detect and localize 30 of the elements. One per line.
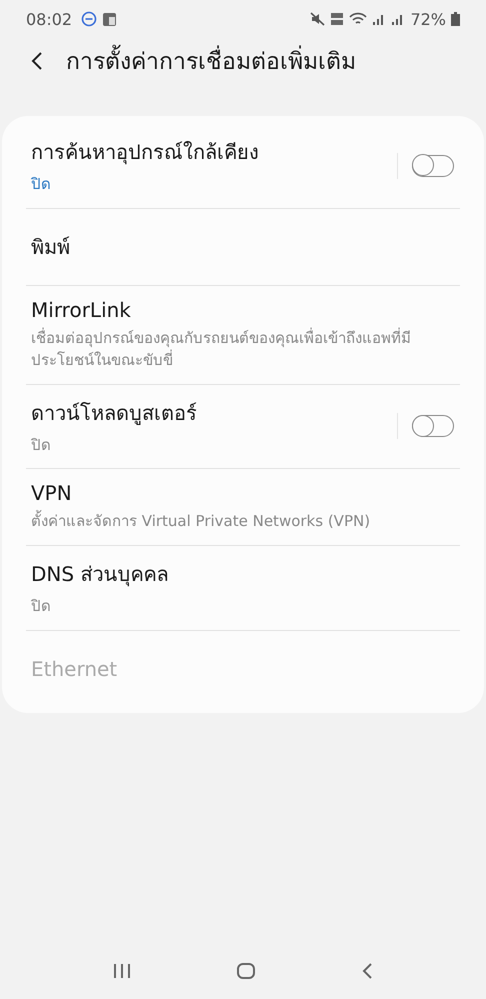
settings-item[interactable]: พิมพ์	[2, 208, 484, 284]
settings-item[interactable]: MirrorLink เชื่อมต่ออุปกรณ์ของคุณกับรถยนต์ของคุณเพื่อเข้าถึงแอพที่มีประโยชน์ในขณะขับขี่	[2, 286, 484, 384]
battery-icon	[451, 12, 460, 26]
item-title: พิมพ์	[31, 234, 71, 260]
back-icon[interactable]	[30, 51, 44, 71]
toggle-switch[interactable]	[412, 415, 454, 438]
item-title: VPN	[31, 481, 73, 506]
settings-item[interactable]: ดาวน์โหลดบูสเตอร์ ปิด	[2, 384, 484, 468]
settings-item[interactable]: VPN ตั้งค่าและจัดการ Virtual Private Networks (VPN)	[2, 469, 484, 545]
settings-item[interactable]: DNS ส่วนบุคคล ปิด	[2, 546, 484, 630]
item-summary: ปิด	[31, 434, 52, 456]
circle-icon	[81, 11, 98, 27]
mute-icon	[310, 12, 326, 26]
page-title: การตั้งค่าการเชื่อมต่อเพิ่มเติม	[66, 43, 356, 79]
item-summary: ปิด	[31, 596, 52, 617]
item-title: ดาวน์โหลดบูสเตอร์	[31, 400, 198, 427]
status-time: 08:02	[26, 10, 72, 28]
item-summary: เชื่อมต่ออุปกรณ์ของคุณกับรถยนต์ของคุณเพื่อเข้าถึงแอพที่มีประโยชน์ในขณะขับขี่	[31, 326, 412, 371]
wifi-icon	[349, 12, 368, 26]
settings-item[interactable]: การค้นหาอุปกรณ์ใกล้เคียง ปิด	[2, 124, 484, 208]
toggle-switch[interactable]	[412, 154, 454, 177]
item-title: Ethernet	[31, 656, 118, 680]
home-icon[interactable]	[236, 961, 256, 981]
item-title: การค้นหาอุปกรณ์ใกล้เคียง	[31, 139, 260, 166]
recents-icon[interactable]	[112, 962, 132, 980]
item-title: DNS ส่วนบุคคล	[31, 561, 170, 588]
item-title: MirrorLink	[31, 298, 132, 322]
item-summary: ตั้งค่าและจัดการ Virtual Private Networks (VPN)	[31, 510, 372, 532]
item-summary: ปิด	[31, 174, 52, 195]
battery-level: 72%	[410, 10, 446, 28]
